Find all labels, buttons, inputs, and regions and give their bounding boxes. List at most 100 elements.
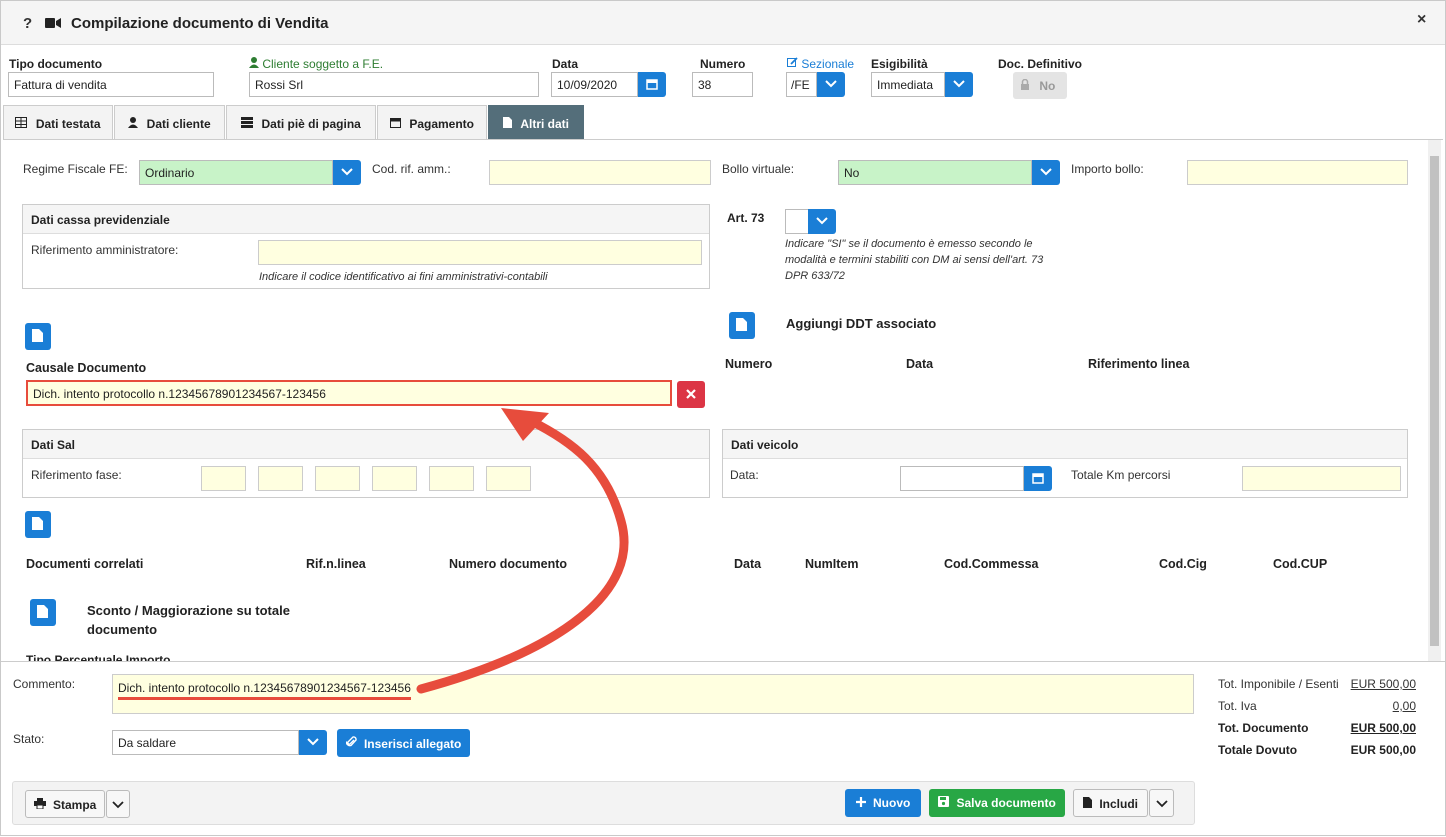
tot-iva-value[interactable]: 0,00: [1336, 699, 1416, 713]
file-icon: [1082, 797, 1092, 808]
bollo-virtuale-select[interactable]: No: [838, 160, 1032, 185]
tab-dati-cliente[interactable]: Dati cliente: [114, 105, 225, 139]
cod-rif-amm-label: Cod. rif. amm.:: [372, 162, 451, 176]
close-icon[interactable]: ×: [1417, 11, 1426, 29]
calendar-icon: [389, 118, 401, 128]
cassa-previdenziale-title: Dati cassa previdenziale: [23, 205, 709, 234]
calendar-icon: [646, 79, 658, 90]
causale-input[interactable]: Dich. intento protocollo n.1234567890123…: [26, 380, 672, 406]
art73-dropdown-button[interactable]: [808, 209, 836, 234]
art73-label: Art. 73: [727, 211, 765, 225]
commento-text: Dich. intento protocollo n.1234567890123…: [118, 681, 411, 700]
regime-fiscale-select[interactable]: Ordinario: [139, 160, 333, 185]
add-ddt-button[interactable]: [729, 312, 755, 339]
veicolo-data-input[interactable]: [900, 466, 1024, 491]
includi-options-button[interactable]: [1149, 789, 1174, 817]
correlati-col-data: Data: [734, 557, 762, 571]
edit-icon: [787, 57, 798, 67]
esigibilita-select[interactable]: Immediata: [871, 72, 945, 97]
tot-documento-value[interactable]: EUR 500,00: [1336, 721, 1416, 735]
altri-dati-panel: Regime Fiscale FE: Ordinario Cod. rif. a…: [3, 139, 1443, 661]
tab-label: Dati piè di pagina: [261, 117, 361, 131]
includi-button[interactable]: Includi: [1073, 789, 1148, 817]
calendar-button[interactable]: [638, 72, 666, 97]
doc-definitivo-label: Doc. Definitivo: [998, 57, 1083, 71]
riferimento-fase-input[interactable]: [486, 466, 531, 491]
cliente-input[interactable]: Rossi Srl: [249, 72, 539, 97]
sezionale-dropdown-button[interactable]: [817, 72, 845, 97]
inserisci-allegato-button[interactable]: Inserisci allegato: [337, 729, 470, 757]
art73-select[interactable]: [785, 209, 809, 234]
causale-label: Causale Documento: [26, 361, 147, 375]
bollo-virtuale-dropdown-button[interactable]: [1032, 160, 1060, 185]
commento-textarea[interactable]: Dich. intento protocollo n.1234567890123…: [112, 674, 1194, 714]
salva-documento-button[interactable]: Salva documento: [929, 789, 1065, 817]
riferimento-fase-input[interactable]: [258, 466, 303, 491]
tab-label: Pagamento: [409, 117, 475, 131]
scrollbar[interactable]: [1428, 140, 1441, 661]
tab-dati-pie-di-pagina[interactable]: Dati piè di pagina: [226, 105, 376, 139]
stampa-button[interactable]: Stampa: [25, 790, 105, 818]
cliente-label: Cliente soggetto a F.E.: [249, 57, 383, 71]
riferimento-fase-input[interactable]: [372, 466, 417, 491]
data-input[interactable]: 10/09/2020: [551, 72, 638, 97]
scrollbar-thumb[interactable]: [1430, 156, 1439, 646]
sezionale-select[interactable]: /FE: [786, 72, 817, 97]
delete-causale-button[interactable]: [677, 381, 705, 408]
correlati-col-rif-linea: Rif.n.linea: [306, 557, 366, 571]
importo-bollo-input[interactable]: [1187, 160, 1408, 185]
correlati-col-cod-cup: Cod.CUP: [1273, 557, 1328, 571]
lock-icon: [1021, 78, 1029, 90]
tipo-documento-input[interactable]: Fattura di vendita: [8, 72, 214, 97]
stato-dropdown-button[interactable]: [299, 730, 327, 755]
user-icon: [249, 57, 259, 68]
chevron-down-icon: [307, 738, 319, 746]
tab-pagamento[interactable]: Pagamento: [377, 105, 487, 139]
chevron-down-icon: [816, 217, 828, 225]
add-documento-correlato-button[interactable]: [25, 511, 51, 538]
cliente-label-text: Cliente soggetto a F.E.: [262, 57, 384, 71]
video-camera-icon[interactable]: [45, 17, 61, 32]
file-icon: [32, 517, 43, 530]
sconto-columns-partial: Tipo Percentuale Importo: [26, 653, 171, 661]
doc-definitivo-toggle[interactable]: No: [1013, 72, 1067, 99]
dati-veicolo-panel: Dati veicolo Data: Totale Km percorsi: [722, 429, 1408, 498]
tot-imponibile-value[interactable]: EUR 500,00: [1336, 677, 1416, 691]
add-causale-button[interactable]: [25, 323, 51, 350]
chevron-down-icon: [341, 168, 353, 176]
cod-rif-amm-input[interactable]: [489, 160, 711, 185]
stato-select[interactable]: Da saldare: [112, 730, 299, 755]
veicolo-data-label: Data:: [730, 468, 759, 482]
numero-input[interactable]: 38: [692, 72, 753, 97]
sezionale-link[interactable]: Sezionale: [787, 57, 854, 71]
regime-fiscale-dropdown-button[interactable]: [333, 160, 361, 185]
add-sconto-button[interactable]: [30, 599, 56, 626]
riferimento-fase-input[interactable]: [201, 466, 246, 491]
esigibilita-dropdown-button[interactable]: [945, 72, 973, 97]
file-icon: [32, 329, 43, 342]
commento-label: Commento:: [13, 677, 76, 691]
nuovo-button[interactable]: Nuovo: [845, 789, 921, 817]
tab-altri-dati[interactable]: Altri dati: [488, 105, 584, 139]
stampa-options-button[interactable]: [106, 790, 130, 818]
tab-label: Dati cliente: [146, 117, 211, 131]
riferimento-fase-input[interactable]: [429, 466, 474, 491]
riferimento-amministratore-hint: Indicare il codice identificativo ai fin…: [259, 271, 548, 283]
riferimento-fase-input[interactable]: [315, 466, 360, 491]
correlati-col-documenti: Documenti correlati: [26, 557, 144, 571]
ddt-col-data: Data: [906, 357, 934, 371]
totale-dovuto-label: Totale Dovuto: [1218, 743, 1298, 757]
chevron-down-icon: [953, 80, 965, 88]
dati-sal-title: Dati Sal: [23, 430, 709, 459]
salva-documento-label: Salva documento: [956, 796, 1056, 810]
chevron-down-icon: [1155, 800, 1168, 808]
tab-dati-testata[interactable]: Dati testata: [3, 105, 113, 139]
includi-label: Includi: [1099, 797, 1138, 811]
title-bar: ? Compilazione documento di Vendita ×: [1, 1, 1445, 45]
riferimento-amministratore-input[interactable]: [258, 240, 702, 265]
totale-km-input[interactable]: [1242, 466, 1401, 491]
help-icon[interactable]: ?: [23, 15, 32, 32]
veicolo-calendar-button[interactable]: [1024, 466, 1052, 491]
dati-veicolo-title: Dati veicolo: [723, 430, 1407, 459]
paperclip-icon: [345, 736, 357, 747]
